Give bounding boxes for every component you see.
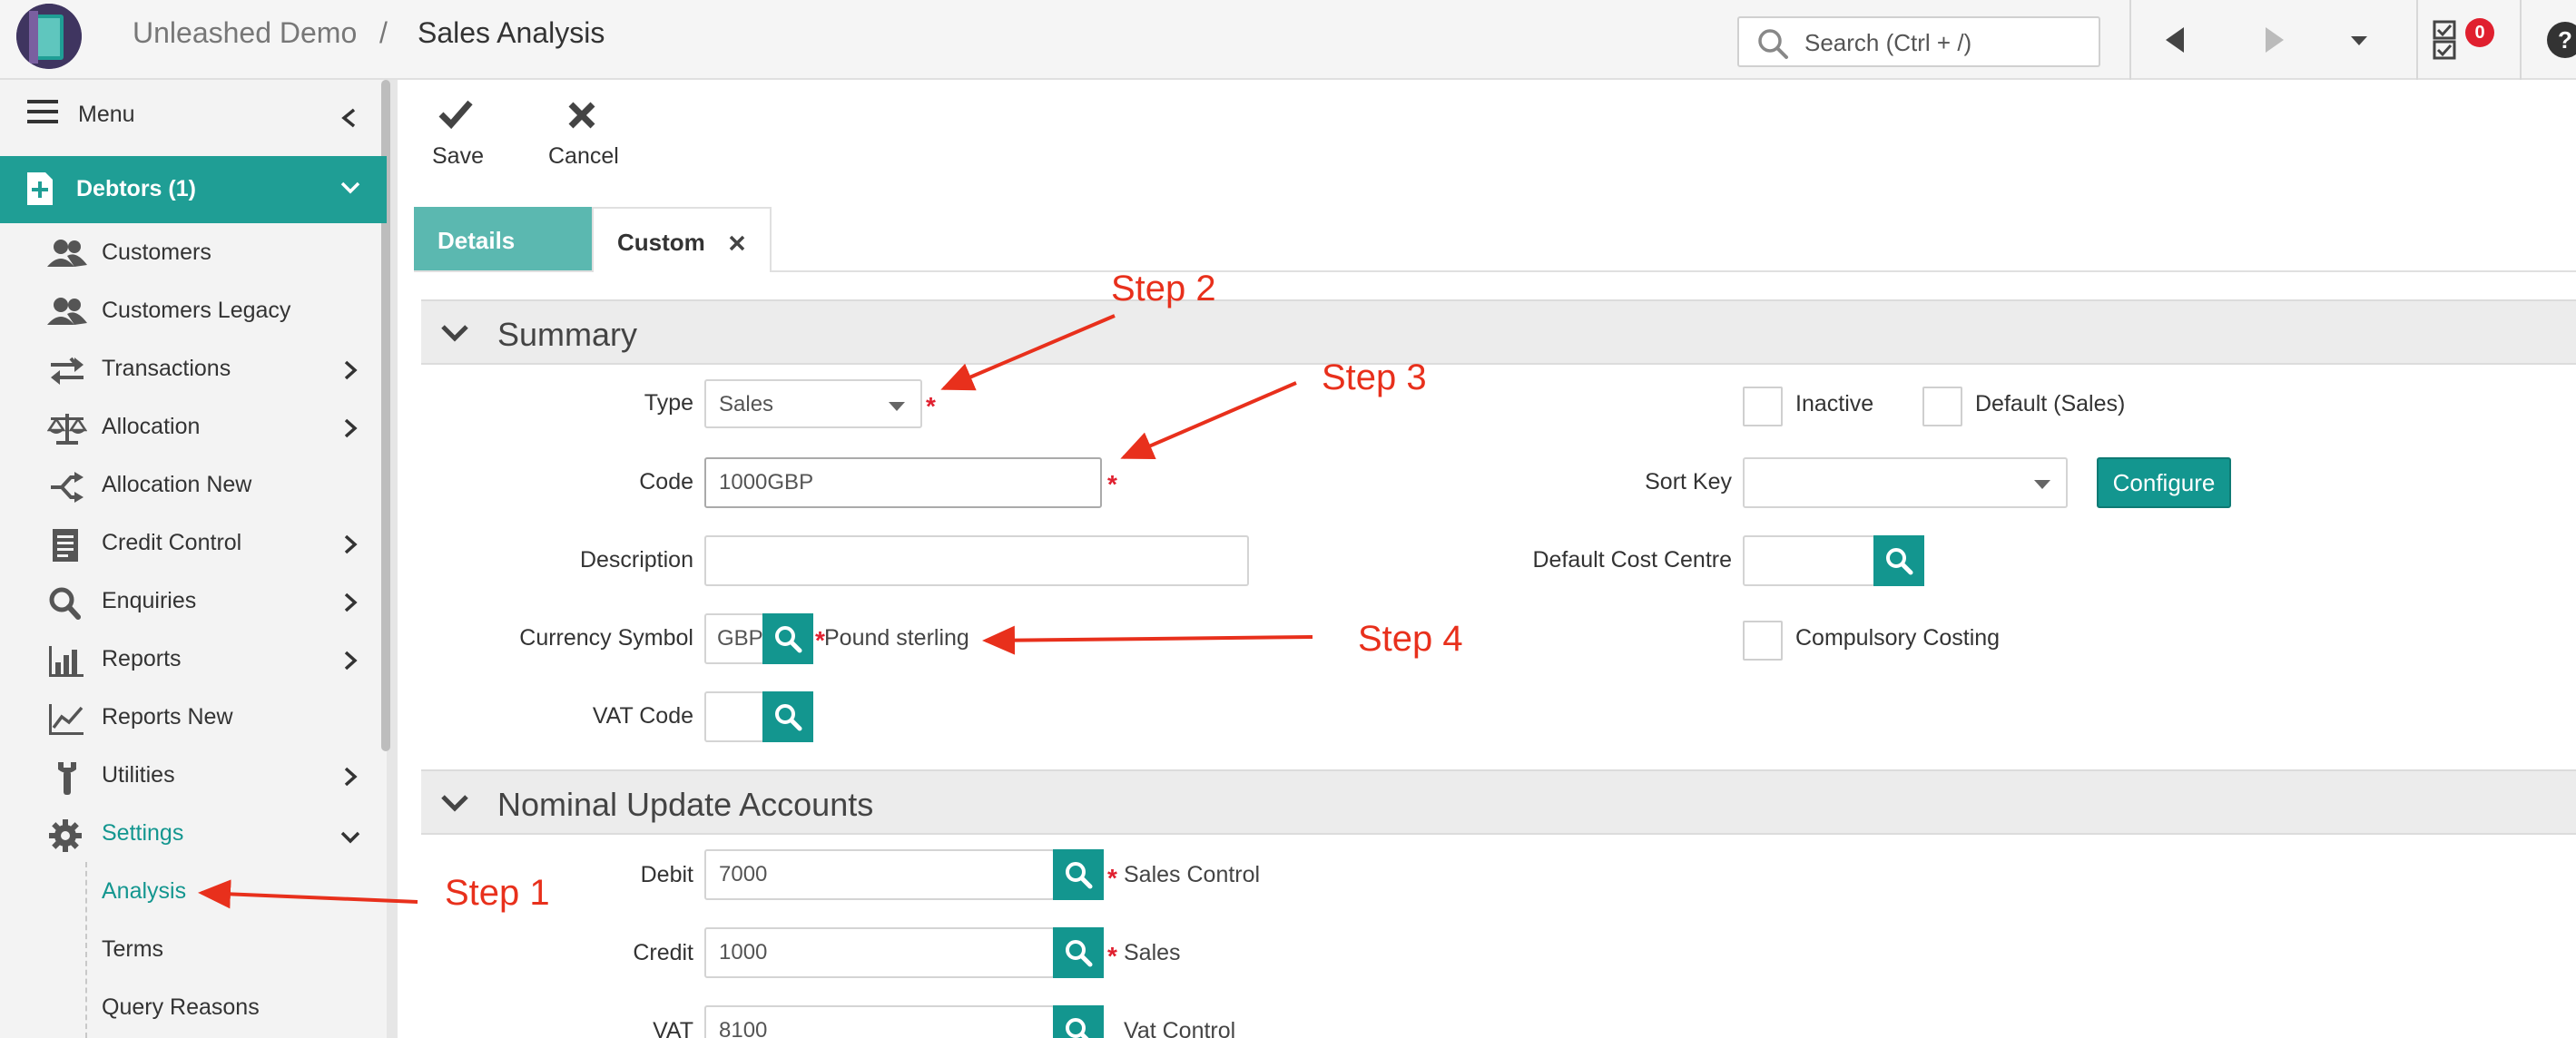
annotation-step-1: Step 1 bbox=[445, 873, 550, 913]
annotation-step-4: Step 4 bbox=[1358, 619, 1463, 659]
annotation-arrows bbox=[198, 314, 1313, 909]
annotation-step-2: Step 2 bbox=[1111, 269, 1216, 308]
annotation-step-3: Step 3 bbox=[1322, 357, 1427, 397]
